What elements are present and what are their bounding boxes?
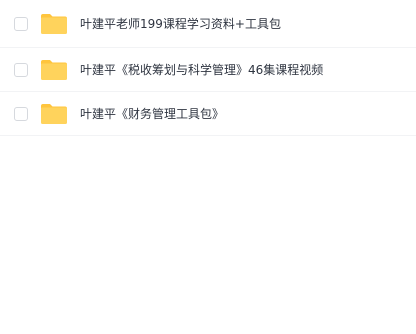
folder-icon <box>41 13 67 34</box>
file-list: 叶建平老师199课程学习资料+工具包 叶建平《税收筹划与科学管理》46集课程视频… <box>0 0 416 136</box>
file-name[interactable]: 叶建平老师199课程学习资料+工具包 <box>80 16 281 32</box>
row-checkbox[interactable] <box>14 106 28 121</box>
file-row[interactable]: 叶建平老师199课程学习资料+工具包 <box>0 0 416 48</box>
file-row[interactable]: 叶建平《财务管理工具包》 <box>0 92 416 136</box>
file-name[interactable]: 叶建平《财务管理工具包》 <box>80 106 224 122</box>
folder-icon <box>41 103 67 124</box>
file-name[interactable]: 叶建平《税收筹划与科学管理》46集课程视频 <box>80 62 323 78</box>
row-checkbox[interactable] <box>14 62 28 77</box>
file-row[interactable]: 叶建平《税收筹划与科学管理》46集课程视频 <box>0 48 416 92</box>
folder-icon <box>41 59 67 80</box>
row-checkbox[interactable] <box>14 16 28 31</box>
